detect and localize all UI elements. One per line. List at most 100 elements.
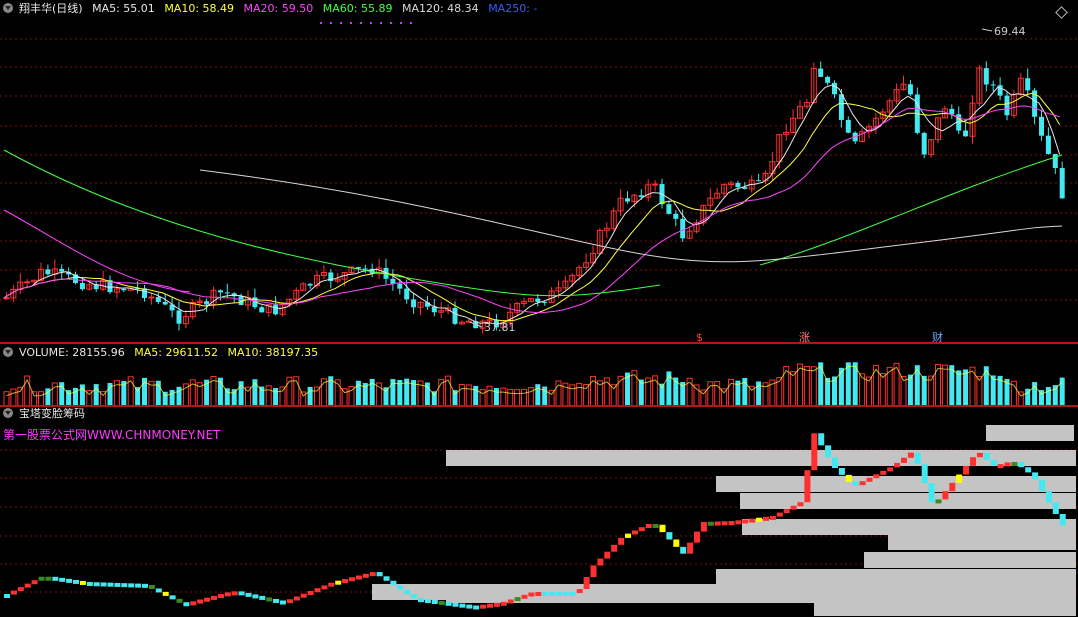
tower-block [769,516,776,521]
tower-block [1004,462,1011,467]
candle-body [666,204,672,214]
tower-block [155,588,162,593]
tower-block [652,524,659,529]
candle-body [411,299,417,308]
tower-block [797,502,804,507]
volume-bar [956,370,962,406]
tower-block [921,464,928,484]
tower-block [638,527,645,532]
tower-block [445,601,452,606]
tower-block [487,603,493,608]
ma120-line [199,169,1063,263]
tower-block [197,599,204,604]
tower-block [473,605,480,610]
tower-block [1032,472,1039,480]
tower-block [79,580,86,585]
tower-block [335,580,342,585]
tower-block [390,580,397,586]
volume-menu-icon[interactable] [3,347,13,357]
volume-bar [273,388,279,406]
price-chart-panel[interactable]: 翔丰华(日线) MA5: 55.01 MA10: 58.49 MA20: 59.… [0,0,1078,343]
volume-bar [10,388,17,406]
signal-dot [410,22,412,24]
tower-block [901,457,907,463]
candle-body [990,84,996,86]
candle-body [224,292,230,294]
volume-bar [473,385,479,406]
tower-block [217,594,224,599]
tower-block [880,470,887,475]
volume-bar [507,388,514,406]
tower-block [369,572,376,577]
tower-block [1059,514,1066,526]
tower-block [963,465,970,475]
candle-body [735,182,741,188]
tower-block [31,580,38,585]
tower-block [618,537,625,545]
signal-dot [400,22,402,24]
volume-bar [307,386,313,406]
chip-menu-icon[interactable] [3,408,13,418]
tower-block [735,520,742,525]
tower-block [811,433,818,471]
tower-block [990,459,997,466]
tower-block [707,521,714,526]
tower-block [252,594,259,599]
ma10-label: MA10: 58.49 [164,2,235,15]
ma60-label: MA60: 55.89 [322,2,393,15]
tower-block [535,592,542,596]
signal-dot [360,22,362,24]
volume-bar [458,383,465,406]
tower-block [852,481,859,486]
tower-block [418,598,424,603]
tower-block [238,591,245,596]
tower-block [183,602,190,607]
candle-body [983,68,989,85]
volume-bar [3,391,10,406]
candle-body [404,288,410,300]
tower-block [411,594,418,599]
tower-block [976,452,983,458]
chip-bar [716,476,1076,492]
candle-body [845,119,851,133]
volume-ma-line [6,365,1063,397]
chip-bar [814,600,1076,616]
candle-body [625,198,630,202]
candle-body [24,281,31,284]
candle-body [1025,78,1031,91]
chip-legend: 宝塔变脸筹码 [3,407,91,421]
tower-block [376,572,383,577]
candle-body [1045,135,1051,154]
chip-bar [986,425,1074,441]
tower-block [542,592,549,596]
panel-menu-icon[interactable] [3,3,13,13]
candle-body [1004,95,1010,116]
volume-panel[interactable]: VOLUME: 28155.96 MA5: 29611.52 MA10: 381… [0,344,1078,406]
tower-block [73,579,79,584]
volume-bar [1045,387,1051,406]
tower-block [1045,491,1052,503]
tower-block [507,599,514,604]
tower-block [611,544,618,552]
volume-bar [465,384,472,406]
volume-bar [79,384,85,406]
volume-bar [300,391,307,406]
candle-body [832,82,837,95]
candle-body [59,268,65,272]
signal-dot [390,22,392,24]
chip-bar [742,519,1076,535]
ma5-label: MA5: 55.01 [92,2,155,15]
candle-body [162,301,168,305]
tower-block [1018,462,1025,468]
tower-block [128,583,135,588]
tower-block [997,464,1004,469]
tower-block [673,539,680,547]
price-legend: 翔丰华(日线) MA5: 55.01 MA10: 58.49 MA20: 59.… [3,2,543,16]
tower-block [59,577,66,582]
tower-block [286,599,293,604]
signal-dot [380,22,382,24]
tower-block [24,583,31,588]
volume-bar [31,391,38,406]
tower-block [397,585,404,590]
chip-distribution-panel[interactable]: 宝塔变脸筹码 第一股票公式网WWW.CHNMONEY.NET [0,406,1078,617]
